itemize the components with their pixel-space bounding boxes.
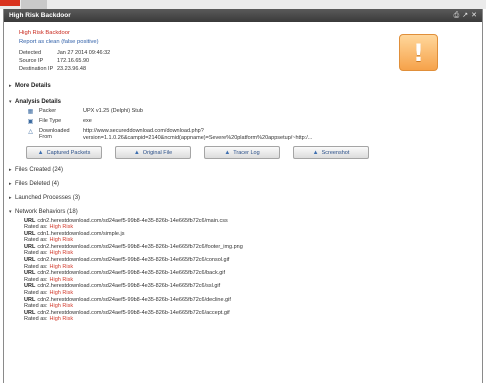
behavior-url[interactable]: cdn2.herestdownload.com/sd24aef5-99b8-4e…: [37, 218, 228, 224]
rated-label: Rated as:: [24, 263, 48, 270]
meta-value: Jan 27 2014 09:46:32: [57, 50, 111, 56]
title-bar[interactable]: High Risk Backdoor ⎙ ↗ ✕: [4, 9, 482, 22]
rated-label: Rated as:: [24, 276, 48, 283]
screenshot-button[interactable]: ▲ Screenshot: [293, 146, 369, 159]
section-title: Files Created (24): [15, 167, 64, 173]
list-item: URL cdn2.herestdownload.com/sd24aef5-99b8…: [24, 270, 482, 283]
tracer-log-button[interactable]: ▲ Tracer Log: [204, 146, 280, 159]
packer-icon: ▦: [27, 109, 34, 115]
list-item: URL cdn2.herestdownload.com/sd24aef5-99b8…: [24, 297, 482, 310]
captured-packets-button[interactable]: ▲ Captured Packets: [26, 146, 102, 159]
list-item: URL cdn1.herestdownload.com/simple.js Rat…: [24, 231, 482, 244]
file-type-icon: ▣: [27, 119, 34, 125]
analysis-value: UPX v1.25 (Delphi) Stub: [83, 108, 143, 114]
meta-label: Source IP: [19, 58, 44, 64]
rated-label: Rated as:: [24, 315, 48, 322]
analysis-details-list: ▦ Packer UPX v1.25 (Delphi) Stub ▣ File …: [26, 108, 482, 141]
list-item: URL cdn2.herestdownload.com/sd24aef5-99b8…: [24, 244, 482, 257]
list-item: URL cdn2.herestdownload.com/sd24aef5-99b8…: [24, 310, 482, 323]
section-analysis-details[interactable]: ▾ Analysis Details: [9, 99, 482, 105]
behavior-url[interactable]: cdn2.herestdownload.com/sd24aef5-99b8-4e…: [37, 270, 225, 276]
analysis-value[interactable]: http://www.secureddownload.com/download.…: [83, 128, 403, 141]
risk-rating: High Risk: [49, 263, 74, 270]
original-file-button[interactable]: ▲ Original File: [115, 146, 191, 159]
analysis-label: Packer: [39, 108, 57, 114]
file-icon: ▲: [133, 149, 140, 156]
risk-rating: High Risk: [49, 315, 74, 322]
url-label: URL: [24, 270, 36, 277]
section-network-behaviors[interactable]: ▾ Network Behaviors (18): [9, 209, 482, 215]
url-label: URL: [24, 257, 36, 264]
network-behaviors-list: URL cdn2.herestdownload.com/sd24aef5-99b8…: [24, 218, 482, 322]
analysis-label: File Type: [39, 118, 62, 124]
risk-rating: High Risk: [49, 224, 74, 231]
behavior-url[interactable]: cdn2.herestdownload.com/sd24aef5-99b8-4e…: [37, 257, 229, 263]
section-title: Analysis Details: [15, 99, 62, 105]
meta-label: Destination IP: [19, 66, 54, 72]
meta-value: 172.16.65.90: [57, 58, 90, 64]
section-files-created[interactable]: ▸ Files Created (24): [9, 167, 482, 173]
behavior-url[interactable]: cdn2.herestdownload.com/sd24aef5-99b8-4e…: [37, 244, 242, 250]
rated-label: Rated as:: [24, 289, 48, 296]
collapsed-sections: ▸ Files Created (24) ▸ Files Deleted (4)…: [9, 167, 482, 215]
screenshot-icon: ▲: [312, 149, 319, 156]
rated-label: Rated as:: [24, 224, 48, 231]
artifact-buttons: ▲ Captured Packets ▲ Original File ▲ Tra…: [26, 146, 482, 159]
button-label: Tracer Log: [233, 149, 260, 156]
exclamation-warning-icon: !: [399, 34, 438, 71]
list-item: URL cdn2.herestdownload.com/sd24aef5-99b8…: [24, 218, 482, 231]
list-item: URL cdn2.herestdownload.com/sd24aef5-99b8…: [24, 257, 482, 270]
behavior-url[interactable]: cdn1.herestdownload.com/simple.js: [37, 231, 124, 237]
risk-rating: High Risk: [49, 302, 74, 309]
behavior-url[interactable]: cdn2.herestdownload.com/sd24aef5-99b8-4e…: [37, 310, 229, 316]
url-label: URL: [24, 283, 36, 290]
url-label: URL: [24, 309, 36, 316]
close-icon[interactable]: ✕: [471, 12, 477, 19]
analysis-label: Downloaded From: [39, 128, 70, 140]
window-content: ! High Risk Backdoor Report as clean (fa…: [4, 22, 482, 322]
url-label: URL: [24, 244, 36, 251]
window-controls: ⎙ ↗ ✕: [454, 12, 477, 19]
button-label: Captured Packets: [46, 149, 91, 156]
rated-label: Rated as:: [24, 302, 48, 309]
packets-icon: ▲: [37, 149, 44, 156]
risk-rating: High Risk: [49, 289, 74, 296]
alert-details-window: High Risk Backdoor ⎙ ↗ ✕ ! High Risk Bac…: [3, 9, 483, 383]
analysis-row-packer: ▦ Packer UPX v1.25 (Delphi) Stub: [26, 108, 482, 117]
background-red-tab: [0, 0, 20, 6]
analysis-row-downloaded-from: △ Downloaded From http://www.secureddown…: [26, 128, 482, 141]
section-title: Network Behaviors (18): [15, 209, 78, 215]
section-more-details[interactable]: ▸ More Details: [9, 83, 482, 89]
section-title: Launched Processes (3): [15, 195, 81, 201]
risk-rating: High Risk: [49, 250, 74, 257]
background-strip: [0, 0, 486, 9]
url-label: URL: [24, 218, 36, 224]
print-icon[interactable]: ⎙: [454, 12, 460, 19]
risk-rating: High Risk: [49, 276, 74, 283]
popout-icon[interactable]: ↗: [462, 12, 468, 19]
log-icon: ▲: [224, 149, 231, 156]
meta-label: Detected: [19, 50, 42, 56]
button-label: Screenshot: [321, 149, 350, 156]
background-grey-tab: [21, 0, 47, 9]
section-launched-processes[interactable]: ▸ Launched Processes (3): [9, 195, 482, 201]
behavior-url[interactable]: cdn2.herestdownload.com/sd24aef5-99b8-4e…: [37, 283, 220, 289]
list-item: URL cdn2.herestdownload.com/sd24aef5-99b8…: [24, 283, 482, 296]
download-icon: △: [28, 129, 33, 135]
meta-value: 23.23.96.48: [57, 66, 87, 72]
risk-rating: High Risk: [49, 237, 74, 244]
rated-label: Rated as:: [24, 237, 48, 244]
analysis-row-file-type: ▣ File Type exe: [26, 118, 482, 127]
behavior-url[interactable]: cdn2.herestdownload.com/sd24aef5-99b8-4e…: [37, 297, 231, 303]
url-label: URL: [24, 296, 36, 303]
analysis-value: exe: [83, 118, 92, 124]
button-label: Original File: [142, 149, 173, 156]
section-files-deleted[interactable]: ▸ Files Deleted (4): [9, 181, 482, 187]
section-title: More Details: [15, 83, 51, 89]
url-label: URL: [24, 231, 36, 238]
rated-label: Rated as:: [24, 250, 48, 257]
window-title: High Risk Backdoor: [9, 12, 71, 19]
section-title: Files Deleted (4): [15, 181, 60, 187]
